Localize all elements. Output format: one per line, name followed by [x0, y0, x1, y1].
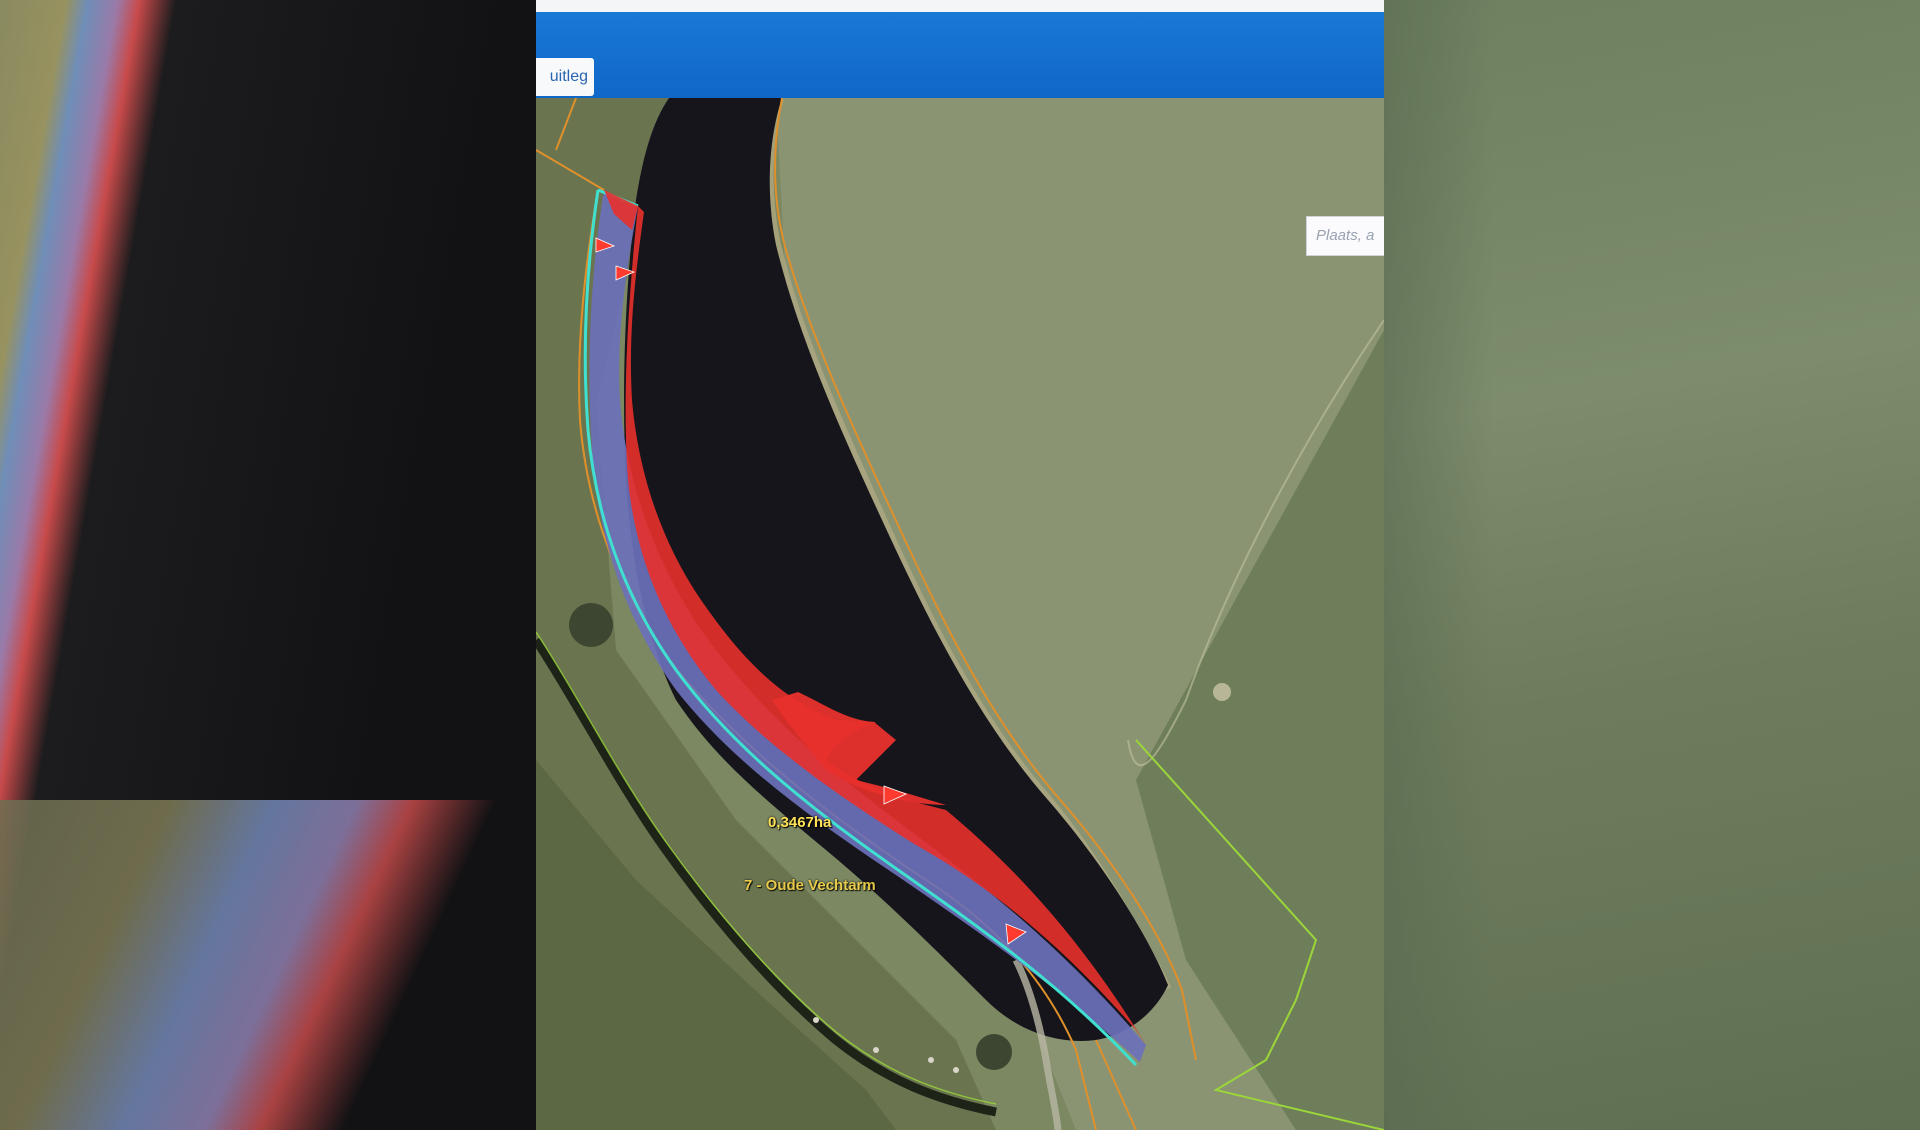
browser-strip [536, 0, 1384, 12]
tree [569, 603, 613, 647]
livestock-dot [953, 1067, 959, 1073]
blurred-photo-left [0, 0, 536, 1130]
uitleg-tab[interactable]: uitleg [536, 58, 594, 96]
parcel-name-label: 7 - Oude Vechtarm [744, 877, 876, 894]
tree [976, 1034, 1012, 1070]
livestock-dot [813, 1017, 819, 1023]
map-canvas[interactable] [536, 98, 1384, 1130]
map-viewer-screen: uitleg Plaats, a 0,3467ha 7 - Oude Vecht… [536, 0, 1384, 1130]
field-patch [1213, 683, 1231, 701]
app-header-bar [536, 12, 1384, 98]
livestock-dot [928, 1057, 934, 1063]
livestock-dot [873, 1047, 879, 1053]
search-input[interactable]: Plaats, a [1306, 216, 1384, 256]
blurred-photo-right [1384, 0, 1920, 1130]
area-label: 0,3467ha [768, 814, 832, 831]
aerial-map[interactable]: Plaats, a 0,3467ha 7 - Oude Vechtarm [536, 98, 1384, 1130]
